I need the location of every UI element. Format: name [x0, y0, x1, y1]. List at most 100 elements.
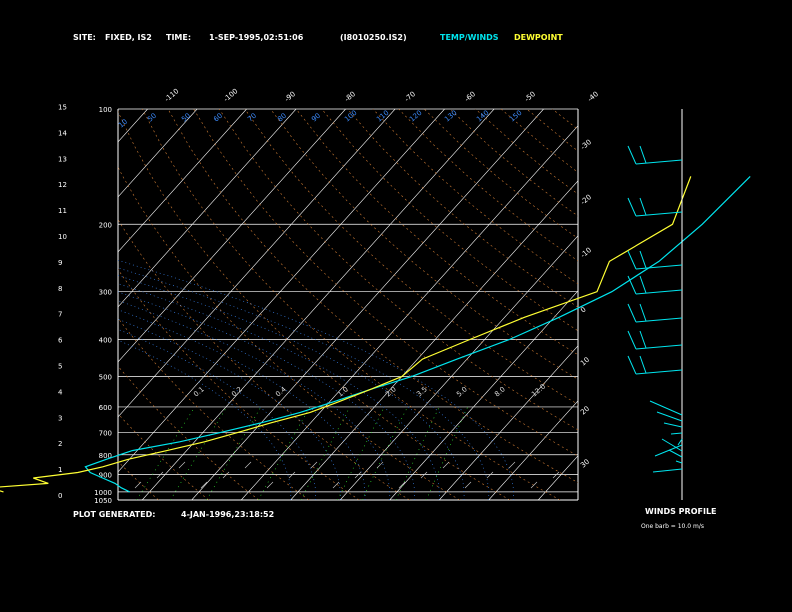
dry-adiabat — [118, 219, 410, 500]
right-temp-label: 20 — [579, 405, 591, 417]
dry-adiabat — [295, 109, 578, 356]
mixing-ratio-line — [426, 406, 468, 500]
tick-mark — [530, 481, 538, 489]
pressure-label: 900 — [99, 471, 112, 479]
background-lines — [0, 109, 578, 500]
wind-barb-flag — [627, 250, 637, 270]
pressure-label: 500 — [99, 374, 112, 382]
tick-mark — [244, 461, 252, 469]
tick-mark — [288, 471, 296, 479]
dry-adiabat — [500, 109, 578, 173]
height-km-label: 7 — [58, 311, 62, 319]
dry-adiabat — [552, 109, 578, 130]
height-km-label: 10 — [58, 233, 67, 241]
legend-temp: TEMP/WINDS — [440, 33, 499, 42]
theta-label: 10 — [117, 118, 129, 130]
skewt-chart: 1002003004005006007008009001000105001234… — [0, 33, 751, 530]
top-temp-label: -80 — [343, 90, 357, 103]
dry-adiabat — [475, 109, 578, 195]
pressure-label: 200 — [99, 221, 112, 229]
tick-mark — [552, 471, 560, 479]
wind-barb-shaft — [635, 317, 683, 323]
mixing-ratio-label: 2.0 — [384, 385, 398, 398]
isotherm-line — [240, 125, 578, 500]
theta-label: 90 — [310, 112, 322, 124]
theta-label: 110 — [375, 109, 390, 124]
dry-adiabat — [118, 365, 259, 500]
dry-adiabat — [321, 109, 578, 332]
wind-barb-shaft — [635, 289, 683, 295]
tick-mark — [266, 481, 274, 489]
tick-mark — [134, 481, 142, 489]
wind-barb-low — [675, 460, 683, 464]
height-km-label: 1 — [58, 466, 62, 474]
tick-mark — [420, 471, 428, 479]
wind-barb-flag — [627, 197, 637, 217]
dry-adiabat — [118, 268, 360, 500]
dry-adiabat — [347, 109, 578, 308]
mixing-ratio-line — [258, 406, 311, 500]
dry-adiabat — [372, 109, 578, 285]
height-km-label: 0 — [58, 492, 62, 500]
dry-adiabat — [193, 109, 578, 457]
wind-barb-shaft — [635, 159, 683, 165]
wind-barb-flag — [639, 250, 647, 269]
wind-barb-flag — [627, 355, 637, 375]
top-temp-label: -110 — [163, 87, 180, 103]
wind-barb-low — [652, 468, 683, 473]
moist-adiabat — [118, 260, 514, 500]
pressure-label: 1000 — [94, 489, 112, 497]
wind-barb-shaft — [635, 264, 683, 270]
tick-mark — [200, 481, 208, 489]
winds-profile-title: WINDS PROFILE — [645, 507, 717, 516]
wind-barb-shaft — [635, 344, 683, 350]
wind-barb-flag — [639, 275, 647, 294]
isotherm-line — [141, 109, 495, 500]
tick-mark — [354, 471, 362, 479]
height-km-label: 15 — [58, 104, 67, 112]
axis-labels: 1002003004005006007008009001000105001234… — [58, 87, 600, 505]
top-temp-label: -50 — [523, 90, 537, 103]
isotherm-line — [118, 109, 148, 143]
generated-label: PLOT GENERATED: — [73, 510, 155, 519]
mixing-ratio-label: 8.0 — [493, 385, 507, 398]
mixing-ratio-line — [136, 406, 195, 500]
generated-value: 4-JAN-1996,23:18:52 — [181, 510, 274, 519]
height-km-label: 6 — [58, 337, 63, 345]
wind-barb-flag — [639, 197, 647, 216]
height-km-label: 4 — [58, 388, 63, 396]
tick-mark — [398, 481, 406, 489]
right-temp-label: 30 — [579, 458, 591, 470]
dry-adiabat — [118, 166, 460, 500]
isotherm-line — [389, 290, 578, 500]
height-km-label: 11 — [58, 207, 67, 215]
pressure-label: 1050 — [94, 497, 112, 505]
height-km-label: 14 — [58, 129, 67, 137]
dry-adiabat — [118, 111, 510, 500]
file-id: (I8010250.IS2) — [340, 33, 407, 42]
mixing-ratio-label: 5.0 — [455, 385, 469, 398]
theta-label: 50 — [146, 112, 158, 124]
wind-barb-shaft — [635, 369, 683, 375]
top-temp-label: -40 — [586, 90, 600, 103]
dry-adiabat — [118, 461, 159, 500]
top-temp-label: -60 — [463, 90, 477, 103]
theta-label: 150 — [508, 109, 523, 124]
moist-adiabat — [118, 275, 465, 500]
time-value: 1-SEP-1995,02:51:06 — [209, 33, 304, 42]
pressure-label: 300 — [99, 289, 112, 297]
pressure-label: 100 — [99, 106, 112, 114]
wind-barb-flag — [639, 330, 647, 349]
isotherm-line — [191, 109, 544, 500]
temp-series-line — [84, 175, 751, 493]
winds-profile — [627, 109, 683, 500]
top-temp-label: -100 — [222, 87, 239, 103]
top-temp-label: -70 — [403, 90, 417, 103]
isotherm-line — [438, 345, 578, 500]
wind-barb-flag — [627, 145, 637, 165]
tick-mark — [222, 471, 230, 479]
mixing-ratio-label: 0.2 — [230, 385, 244, 398]
winds-profile-note: One barb = 10.0 m/s — [641, 523, 704, 530]
height-km-label: 12 — [58, 181, 67, 189]
isotherm-line — [0, 109, 98, 500]
